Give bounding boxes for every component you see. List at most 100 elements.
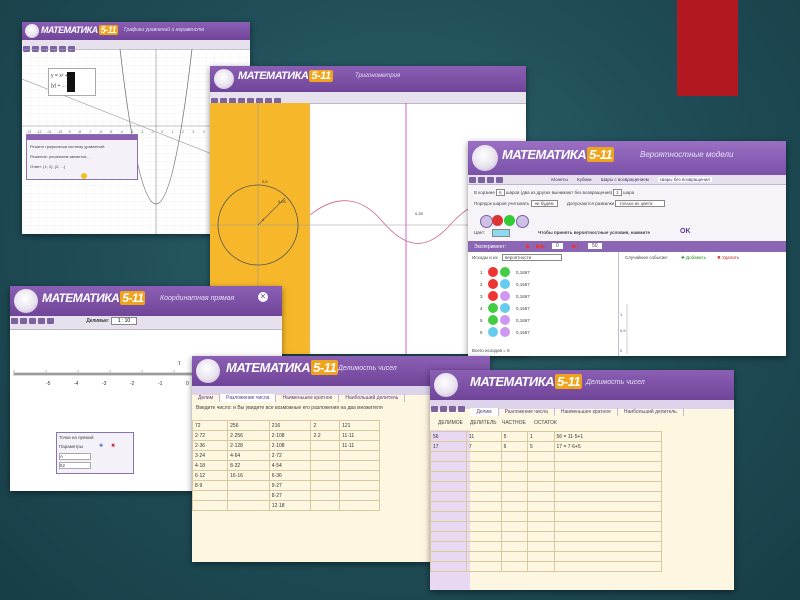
- table-cell[interactable]: [527, 531, 555, 542]
- ball-4-icon[interactable]: [516, 215, 529, 228]
- table-cell[interactable]: [527, 521, 555, 532]
- save-icon[interactable]: [487, 177, 494, 183]
- table-cell[interactable]: [465, 451, 502, 462]
- table-cell[interactable]: [430, 461, 467, 472]
- print-icon[interactable]: [449, 405, 456, 412]
- table-cell[interactable]: [465, 501, 502, 512]
- table-cell[interactable]: [430, 501, 467, 512]
- table-cell[interactable]: [465, 471, 502, 482]
- table-cell[interactable]: [500, 451, 529, 462]
- table-cell[interactable]: 72: [192, 420, 229, 431]
- ball-count-input[interactable]: 6: [496, 189, 505, 196]
- table-cell[interactable]: 4·18: [192, 460, 229, 471]
- table-cell[interactable]: [430, 511, 467, 522]
- table-cell[interactable]: [430, 451, 467, 462]
- table-cell[interactable]: 11·11: [339, 440, 380, 451]
- print-icon[interactable]: [38, 318, 45, 324]
- table-cell[interactable]: 17: [430, 441, 467, 452]
- ball-2-icon[interactable]: [492, 215, 503, 226]
- table-cell[interactable]: [553, 491, 662, 502]
- table-cell[interactable]: 4·54: [268, 460, 312, 471]
- table-cell[interactable]: [227, 480, 270, 491]
- table-cell[interactable]: [465, 541, 502, 552]
- table-cell[interactable]: 5: [500, 431, 529, 442]
- table-cell[interactable]: 16·16: [227, 470, 270, 481]
- undo-icon[interactable]: [47, 318, 54, 324]
- table-cell[interactable]: 6: [500, 441, 529, 452]
- home-icon[interactable]: [431, 405, 438, 412]
- table-cell[interactable]: 56: [430, 431, 467, 442]
- table-cell[interactable]: [553, 551, 662, 562]
- table-cell[interactable]: 4·64: [227, 450, 270, 461]
- table-cell[interactable]: [430, 521, 467, 532]
- add-button[interactable]: ✚ Добавить: [681, 255, 706, 261]
- table-cell[interactable]: [500, 531, 529, 542]
- table-cell[interactable]: 6·12: [192, 470, 229, 481]
- table-cell[interactable]: [553, 501, 662, 512]
- table-cell[interactable]: 2·72: [192, 430, 229, 441]
- table-cell[interactable]: [465, 551, 502, 562]
- table-cell[interactable]: 8·9: [192, 480, 229, 491]
- tab-factorize[interactable]: Разложение числа: [220, 394, 277, 402]
- table-cell[interactable]: 8·27: [268, 490, 312, 501]
- table-cell[interactable]: [430, 531, 467, 542]
- table-cell[interactable]: [310, 440, 341, 451]
- tab-factorize[interactable]: Разложение числа: [499, 408, 555, 416]
- table-cell[interactable]: [500, 501, 529, 512]
- table-cell[interactable]: [339, 470, 380, 481]
- table-cell[interactable]: [553, 461, 662, 472]
- remove-button[interactable]: ✖ Удалить: [717, 255, 739, 261]
- table-cell[interactable]: 8·32: [227, 460, 270, 471]
- draw-count-input[interactable]: 2: [613, 189, 622, 196]
- table-cell[interactable]: [500, 461, 529, 472]
- table-cell[interactable]: 1: [527, 431, 555, 442]
- table-cell[interactable]: [339, 490, 380, 501]
- table-cell[interactable]: [339, 460, 380, 471]
- table-cell[interactable]: [465, 481, 502, 492]
- table-cell[interactable]: [465, 561, 502, 572]
- table-cell[interactable]: [310, 460, 341, 471]
- tab-divide[interactable]: Делим: [470, 408, 499, 416]
- table-cell[interactable]: [227, 490, 270, 501]
- open-icon[interactable]: [20, 318, 27, 324]
- tab-coins[interactable]: Монеты: [551, 177, 567, 182]
- add-point-icon[interactable]: ✚: [99, 443, 103, 449]
- table-cell[interactable]: 12·18: [268, 500, 312, 511]
- play-icon[interactable]: ▶: [526, 243, 531, 250]
- table-cell[interactable]: 17 = 7·6+5: [553, 441, 662, 452]
- ball-3-icon[interactable]: [504, 215, 515, 226]
- table-cell[interactable]: 3·24: [192, 450, 229, 461]
- tab-dice[interactable]: Кубики: [577, 177, 592, 182]
- table-cell[interactable]: 6·36: [268, 470, 312, 481]
- table-cell[interactable]: [430, 491, 467, 502]
- table-cell[interactable]: [527, 491, 555, 502]
- fast-forward-icon[interactable]: ▶▶: [536, 243, 545, 250]
- table-cell[interactable]: 256: [227, 420, 270, 431]
- print-icon[interactable]: [496, 177, 503, 183]
- table-cell[interactable]: 7: [465, 441, 502, 452]
- table-cell[interactable]: 216: [268, 420, 312, 431]
- table-cell[interactable]: [500, 471, 529, 482]
- table-cell[interactable]: 121: [339, 420, 380, 431]
- table-cell[interactable]: [553, 471, 662, 482]
- table-cell[interactable]: 56 = 11·5+1: [553, 431, 662, 442]
- table-cell[interactable]: [339, 450, 380, 461]
- table-cell[interactable]: 2·256: [227, 430, 270, 441]
- delete-point-icon[interactable]: ✖: [111, 443, 115, 449]
- table-cell[interactable]: [527, 461, 555, 472]
- table-cell[interactable]: [527, 551, 555, 562]
- table-cell[interactable]: 5: [527, 441, 555, 452]
- ok-button[interactable]: OK: [680, 228, 691, 235]
- save-icon[interactable]: [440, 405, 447, 412]
- table-cell[interactable]: [527, 511, 555, 522]
- table-cell[interactable]: [527, 451, 555, 462]
- order-select[interactable]: не будем: [530, 200, 558, 207]
- table-cell[interactable]: 11: [465, 431, 502, 442]
- table-cell[interactable]: 2·36: [192, 440, 229, 451]
- undo-icon[interactable]: [458, 405, 465, 412]
- table-cell[interactable]: [553, 511, 662, 522]
- table-cell[interactable]: [553, 561, 662, 572]
- table-cell[interactable]: 2·108: [268, 430, 312, 441]
- table-cell[interactable]: [310, 470, 341, 481]
- table-cell[interactable]: [527, 561, 555, 572]
